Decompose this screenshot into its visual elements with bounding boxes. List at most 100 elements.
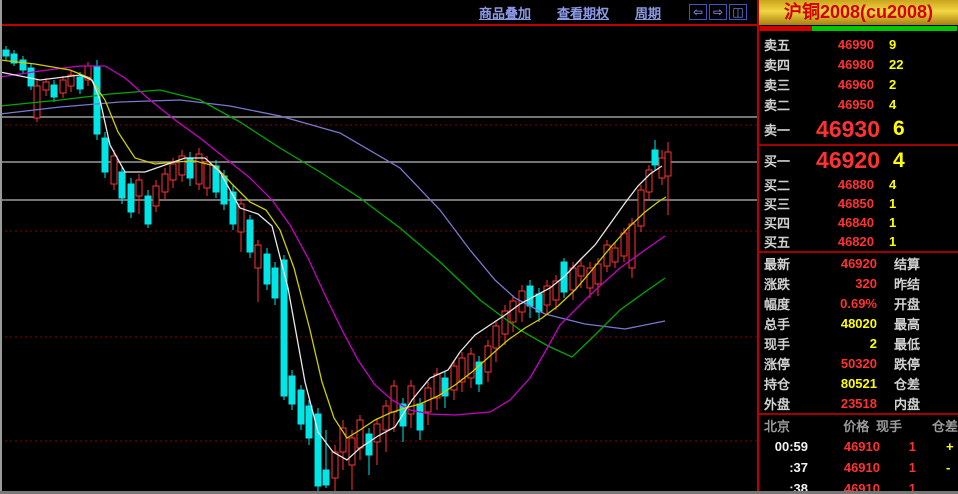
ask4-price: 46980 — [804, 57, 874, 72]
bid3-price: 46850 — [804, 196, 874, 211]
stat-label-right: 仓差 — [894, 374, 920, 393]
stat-label: 最新 — [764, 254, 804, 273]
split-view-icon[interactable]: ◫ — [729, 4, 747, 20]
stat-row-6: 持仓80521 仓差 — [759, 373, 958, 393]
bid2-price: 46880 — [804, 177, 874, 192]
stat-label-right: 最高 — [894, 314, 920, 333]
quote-panel: 沪铜2008(cu2008) 卖五 46990 9 卖四 46980 22 卖三… — [757, 0, 958, 494]
bid4-qty: 1 — [889, 215, 896, 230]
ask-row-5[interactable]: 卖五 46990 9 — [759, 34, 958, 54]
ask-row-3[interactable]: 卖三 46960 2 — [759, 74, 958, 94]
col-price: 价格 — [804, 416, 869, 435]
ratio-red-segment — [760, 26, 812, 31]
tick-oi-change: - — [946, 460, 950, 475]
ask4-qty: 22 — [889, 57, 903, 72]
stat-value: 48020 — [804, 316, 877, 331]
stat-label-right: 跌停 — [894, 354, 920, 373]
bid-row-5[interactable]: 买五 46820 1 — [759, 232, 958, 251]
stat-row-5: 涨停50320 跌停 — [759, 353, 958, 373]
bid5-qty: 1 — [889, 234, 896, 249]
window-left-edge — [0, 0, 2, 494]
ask5-price: 46990 — [804, 37, 874, 52]
ask3-qty: 2 — [889, 77, 896, 92]
ask1-label: 卖一 — [764, 120, 804, 139]
stat-value: 50320 — [804, 356, 877, 371]
tick-time: :37 — [764, 460, 808, 475]
stat-row-1: 涨跌320 昨结 — [759, 273, 958, 293]
tick-time: 00:59 — [764, 439, 808, 454]
stat-label-right: 最低 — [894, 334, 920, 353]
back-icon[interactable]: ⇦ — [689, 4, 707, 20]
bid1-qty: 4 — [893, 149, 905, 173]
stat-label: 外盘 — [764, 394, 804, 413]
tick-price: 46910 — [808, 460, 880, 475]
stat-value: 46920 — [804, 256, 877, 271]
bid5-price: 46820 — [804, 234, 874, 249]
stat-value: 0.69% — [804, 296, 877, 311]
bid-row-3[interactable]: 买三 46850 1 — [759, 194, 958, 213]
stat-label: 涨停 — [764, 354, 804, 373]
ask-row-2[interactable]: 卖二 46950 4 — [759, 94, 958, 114]
tick-lot: 1 — [880, 439, 916, 454]
forward-icon[interactable]: ⇨ — [709, 4, 727, 20]
stat-value: 320 — [804, 276, 877, 291]
bid-row-2[interactable]: 买二 46880 4 — [759, 175, 958, 194]
tick-table-header: 北京 价格 现手 仓差 — [759, 415, 958, 436]
stats-block: 最新46920结算涨跌320昨结幅度0.69%开盘总手48020最高现手2最低涨… — [759, 253, 958, 413]
bid2-qty: 4 — [889, 177, 896, 192]
tick-row-1: :37469101 - — [759, 457, 958, 478]
stat-label: 幅度 — [764, 294, 804, 313]
buy-sell-ratio-bar — [759, 25, 958, 34]
stat-row-7: 外盘23518 内盘 — [759, 393, 958, 413]
menu-item-period[interactable]: 周期 — [635, 3, 661, 22]
stat-label: 涨跌 — [764, 274, 804, 293]
stat-label-right: 开盘 — [894, 294, 920, 313]
bid-row-1[interactable]: 买一 46920 4 — [759, 146, 958, 175]
stat-row-0: 最新46920 结算 — [759, 253, 958, 273]
bid5-label: 买五 — [764, 232, 804, 251]
col-time: 北京 — [764, 416, 804, 435]
tick-row-0: 00:59469101 + — [759, 436, 958, 457]
ask5-qty: 9 — [889, 37, 896, 52]
bid1-label: 买一 — [764, 151, 804, 170]
ask2-label: 卖二 — [764, 95, 804, 114]
ask1-price: 46930 — [804, 116, 880, 143]
stat-label: 持仓 — [764, 374, 804, 393]
stat-value: 23518 — [804, 396, 877, 411]
tick-table: 00:59469101+:37469101-:38469101 — [759, 436, 958, 494]
ask2-qty: 4 — [889, 97, 896, 112]
stat-row-4: 现手2 最低 — [759, 333, 958, 353]
stat-label: 总手 — [764, 314, 804, 333]
bid3-label: 买三 — [764, 194, 804, 213]
stat-row-3: 总手48020 最高 — [759, 313, 958, 333]
bid4-label: 买四 — [764, 213, 804, 232]
bid4-price: 46840 — [804, 215, 874, 230]
stat-label-right: 内盘 — [894, 394, 920, 413]
menu-item-options[interactable]: 查看期权 — [557, 3, 609, 22]
ask4-label: 卖四 — [764, 55, 804, 74]
stat-label-right: 结算 — [894, 254, 920, 273]
menubar: 商品叠加 查看期权 周期 ⇦ ⇨ ◫ — [0, 0, 757, 26]
bid-row-4[interactable]: 买四 46840 1 — [759, 213, 958, 232]
col-oi-change: 仓差 — [932, 416, 958, 435]
ask1-qty: 6 — [893, 117, 905, 141]
stat-row-2: 幅度0.69% 开盘 — [759, 293, 958, 313]
stat-value: 80521 — [804, 376, 877, 391]
tick-lot: 1 — [880, 460, 916, 475]
stat-value: 2 — [804, 336, 877, 351]
ask2-price: 46950 — [804, 97, 874, 112]
ask-row-1[interactable]: 卖一 46930 6 — [759, 114, 958, 144]
app-window: 商品叠加 查看期权 周期 ⇦ ⇨ ◫ 沪铜2008(cu2008) 卖五 469… — [0, 0, 958, 494]
price-chart[interactable] — [0, 0, 757, 494]
bid3-qty: 1 — [889, 196, 896, 211]
col-lot: 现手 — [869, 416, 902, 435]
ask-row-4[interactable]: 卖四 46980 22 — [759, 54, 958, 74]
menu-item-overlay[interactable]: 商品叠加 — [479, 3, 531, 22]
tick-oi-change: + — [946, 439, 954, 454]
tick-price: 46910 — [808, 439, 880, 454]
ask3-label: 卖三 — [764, 75, 804, 94]
ratio-green-segment — [812, 26, 957, 31]
stat-label: 现手 — [764, 334, 804, 353]
stat-label-right: 昨结 — [894, 274, 920, 293]
contract-title[interactable]: 沪铜2008(cu2008) — [759, 0, 958, 25]
